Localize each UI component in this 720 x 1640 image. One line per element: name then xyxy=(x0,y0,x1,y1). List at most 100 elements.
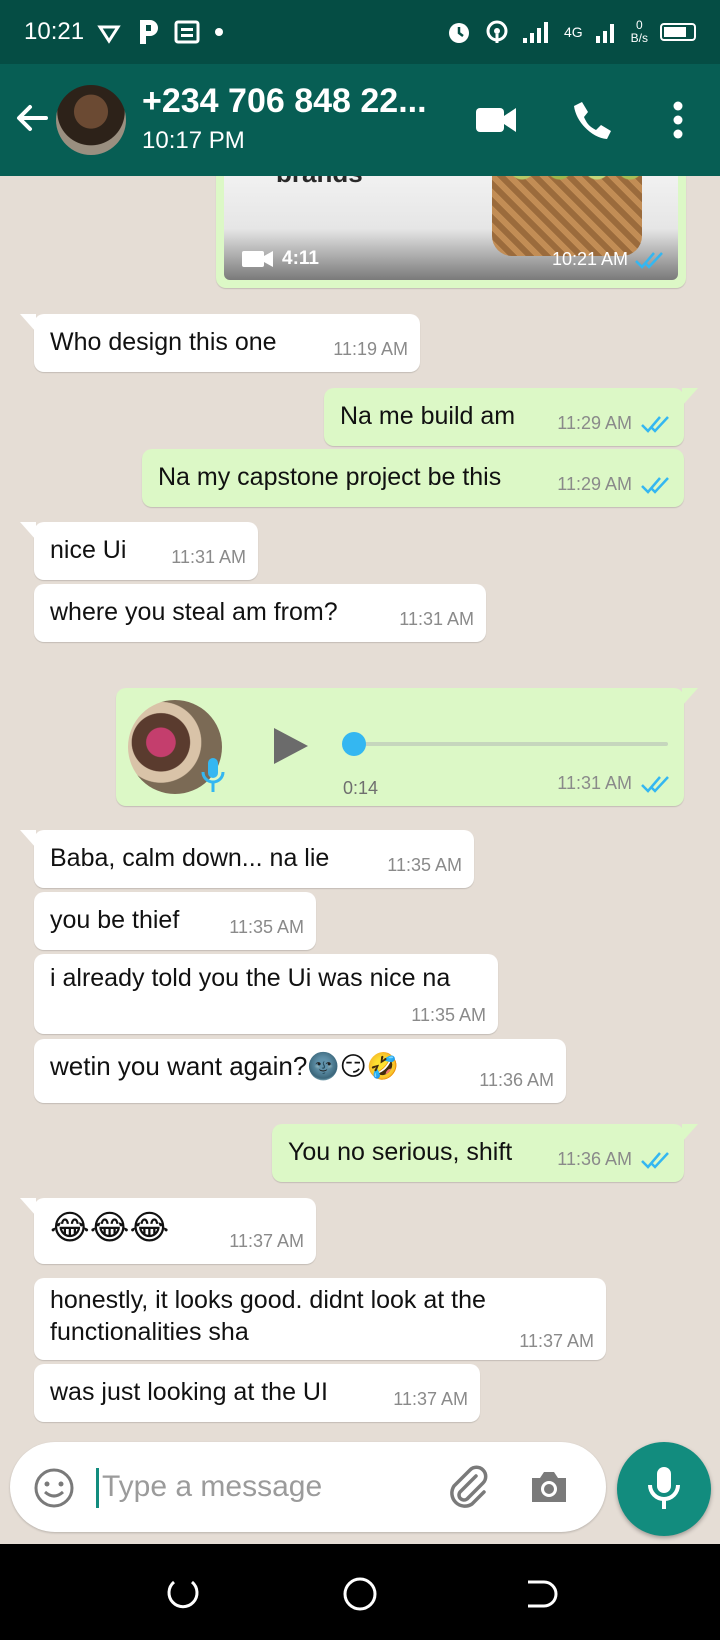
message-meta: 11:35 AM xyxy=(387,855,462,876)
video-call-icon[interactable] xyxy=(472,96,520,144)
incoming-message[interactable]: nice Ui 11:31 AM xyxy=(20,522,258,580)
phone-icon[interactable] xyxy=(568,96,616,144)
message-time: 11:31 AM xyxy=(399,609,474,629)
incoming-message[interactable]: honestly, it looks good. didnt look at t… xyxy=(34,1278,606,1360)
message-text: Na my capstone project be this xyxy=(158,463,502,491)
status-time: 10:21 xyxy=(24,18,85,45)
camera-icon[interactable] xyxy=(526,1464,572,1510)
message-time: 11:35 AM xyxy=(411,1005,486,1025)
incoming-message[interactable]: i already told you the Ui was nice na 11… xyxy=(34,954,498,1034)
incoming-message[interactable]: Baba, calm down... na lie 11:35 AM xyxy=(20,830,474,888)
back-nav-icon[interactable] xyxy=(518,1574,558,1614)
audio-seek-bar[interactable] xyxy=(354,742,668,746)
outgoing-message[interactable]: Na my capstone project be this 11:29 AM xyxy=(142,449,684,507)
voice-record-button[interactable] xyxy=(617,1442,711,1536)
play-icon[interactable] xyxy=(268,724,312,768)
double-check-icon xyxy=(641,1151,669,1169)
p-app-icon xyxy=(140,20,159,44)
message-meta: 11:36 AM xyxy=(557,1149,672,1170)
incoming-message[interactable]: you be thief 11:35 AM xyxy=(34,892,316,950)
video-duration-text: 4:11 xyxy=(282,248,319,269)
voice-message[interactable]: 0:14 11:31 AM xyxy=(116,688,698,806)
message-time: 10:21 AM xyxy=(551,249,628,269)
audio-seek-handle[interactable] xyxy=(342,732,366,756)
message-meta: 11:37 AM xyxy=(519,1331,594,1352)
recent-apps-icon[interactable] xyxy=(162,1574,202,1614)
message-meta: 11:37 AM xyxy=(393,1389,468,1410)
message-time: 11:37 AM xyxy=(519,1331,594,1351)
status-notification-icons xyxy=(96,18,224,46)
message-time: 11:31 AM xyxy=(171,547,246,567)
message-time: 11:35 AM xyxy=(387,855,462,875)
incoming-message[interactable]: 😂😂😂 11:37 AM xyxy=(20,1198,316,1264)
wifi-calling-icon xyxy=(97,25,121,44)
dot-icon xyxy=(215,28,224,36)
contact-name[interactable]: +234 706 848 22... xyxy=(142,82,427,121)
outgoing-message[interactable]: Na me build am 11:29 AM xyxy=(324,388,698,446)
incoming-message[interactable]: Who design this one 11:19 AM xyxy=(20,314,420,372)
status-bar: 10:21 4G 0 B/s xyxy=(0,0,720,64)
message-meta: 11:36 AM xyxy=(479,1070,554,1091)
incoming-message[interactable]: where you steal am from? 11:31 AM xyxy=(34,584,486,642)
signal-icon xyxy=(522,22,548,43)
message-time: 11:36 AM xyxy=(479,1070,554,1090)
message-meta: 11:35 AM xyxy=(229,917,304,938)
incoming-message[interactable]: wetin you want again?🌚😏🤣 11:36 AM xyxy=(34,1039,566,1103)
alarm-icon xyxy=(448,23,469,43)
emoji-icon[interactable] xyxy=(32,1466,76,1510)
incoming-message[interactable]: was just looking at the UI 11:37 AM xyxy=(34,1364,480,1422)
message-meta: 11:31 AM xyxy=(171,547,246,568)
double-check-icon xyxy=(641,476,669,494)
message-text: You no serious, shift xyxy=(288,1138,513,1166)
home-icon[interactable] xyxy=(340,1574,380,1614)
message-text: you be thief xyxy=(50,906,180,934)
video-message[interactable]: brands 4:11 10:21 AM xyxy=(216,176,686,288)
message-text: i already told you the Ui was nice na xyxy=(50,964,451,992)
message-composer xyxy=(10,1442,606,1532)
text-caret xyxy=(96,1468,99,1508)
attach-icon[interactable] xyxy=(446,1464,492,1510)
microphone-icon xyxy=(648,1467,680,1509)
video-duration: 4:11 xyxy=(242,248,319,270)
message-input[interactable] xyxy=(102,1462,422,1512)
double-check-icon xyxy=(635,251,663,269)
basket-image xyxy=(492,176,642,256)
signal-icon-2 xyxy=(595,24,614,43)
message-meta: 11:29 AM xyxy=(557,413,672,434)
chat-messages[interactable]: brands 4:11 10:21 AM Who design this one… xyxy=(0,176,720,1440)
message-meta: 11:29 AM xyxy=(557,474,672,495)
message-text-line2: functionalities sha xyxy=(50,1318,249,1346)
data-rate: 0 B/s xyxy=(631,19,648,45)
voice-duration: 0:14 xyxy=(343,778,379,798)
message-meta: 11:19 AM xyxy=(333,339,408,360)
more-options-icon[interactable] xyxy=(654,96,702,144)
message-text: Baba, calm down... na lie xyxy=(50,844,330,872)
status-system-icons: 4G 0 B/s xyxy=(446,19,696,45)
system-nav-bar xyxy=(0,1544,720,1640)
message-meta: 11:37 AM xyxy=(229,1231,304,1252)
message-time: 11:19 AM xyxy=(333,339,408,359)
double-check-icon xyxy=(641,775,669,793)
message-text: was just looking at the UI xyxy=(50,1378,328,1406)
contact-avatar[interactable] xyxy=(56,85,126,155)
network-type: 4G xyxy=(563,24,583,40)
double-check-icon xyxy=(641,415,669,433)
message-time: 11:37 AM xyxy=(229,1231,304,1251)
microphone-icon xyxy=(201,758,225,792)
message-text: Na me build am xyxy=(340,402,516,430)
message-time: 11:29 AM xyxy=(557,413,632,433)
message-text: Who design this one xyxy=(50,328,277,356)
chat-header: +234 706 848 22... 10:17 PM xyxy=(0,64,720,176)
message-text: where you steal am from? xyxy=(50,598,338,626)
video-thumbnail[interactable]: brands 4:11 10:21 AM xyxy=(224,176,678,280)
apples-image xyxy=(492,176,642,182)
back-arrow-icon[interactable] xyxy=(12,98,52,138)
message-time: 11:29 AM xyxy=(557,474,632,494)
message-meta: 11:31 AM xyxy=(399,609,474,630)
outgoing-message[interactable]: You no serious, shift 11:36 AM xyxy=(272,1124,698,1182)
news-icon xyxy=(174,20,200,44)
message-time: 11:35 AM xyxy=(229,917,304,937)
message-time: 11:31 AM xyxy=(557,773,632,793)
message-time: 11:37 AM xyxy=(393,1389,468,1409)
hotspot-icon xyxy=(486,20,508,43)
